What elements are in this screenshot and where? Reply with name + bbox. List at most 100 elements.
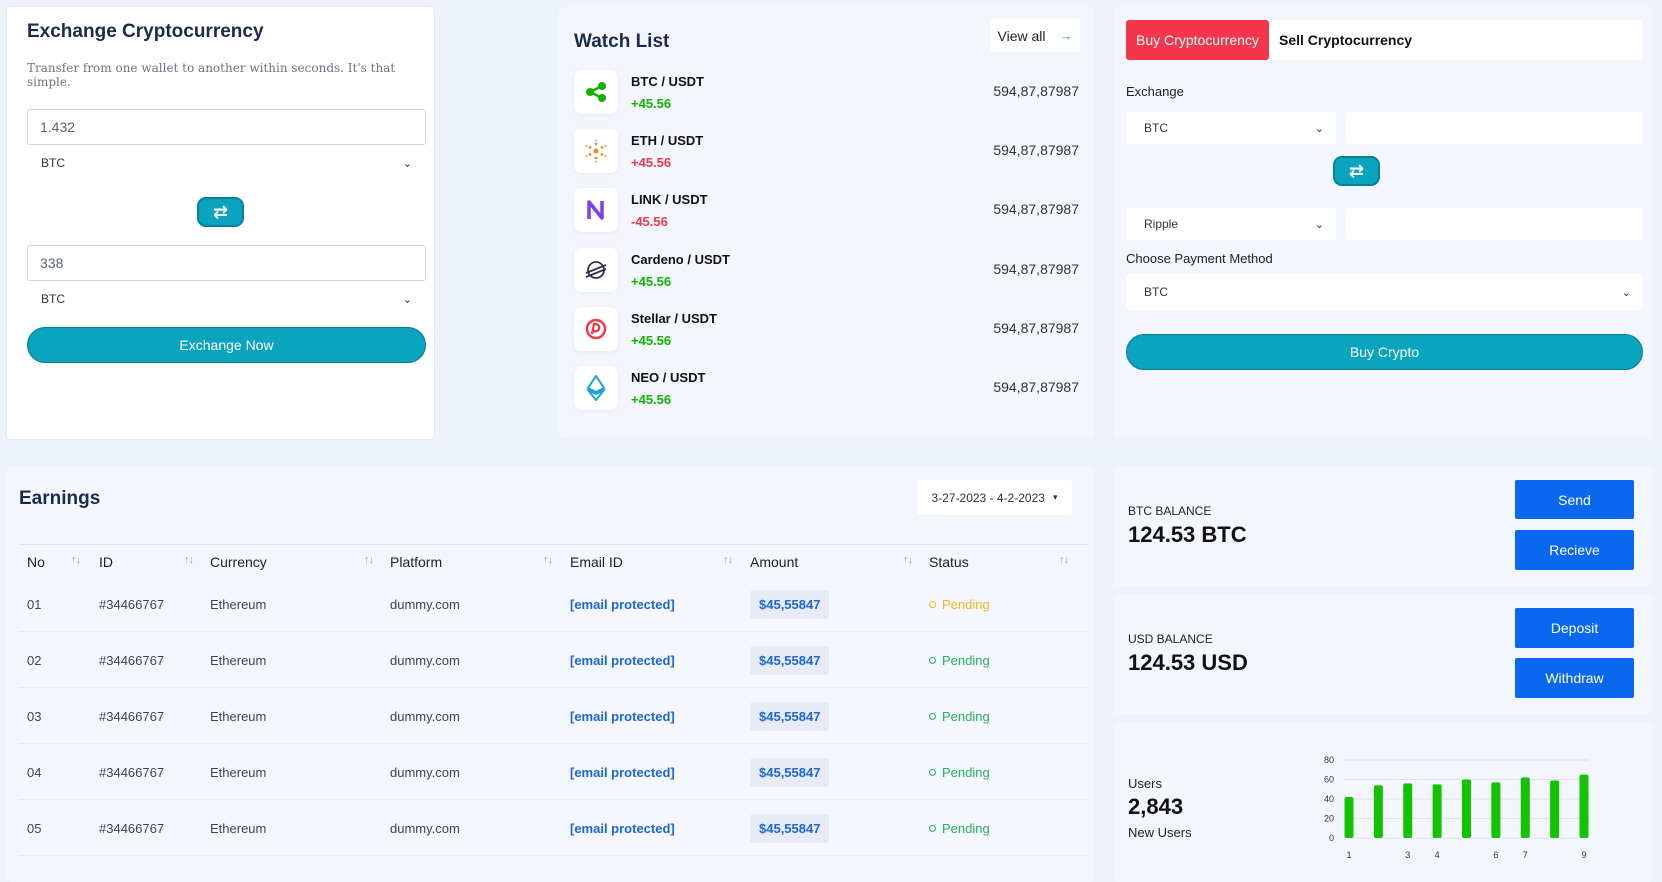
- bar: [1373, 785, 1383, 838]
- table-row[interactable]: 03 #34466767 Ethereum dummy.com [email prote…: [19, 690, 1089, 744]
- usd-balance-card: USD BALANCE 124.53 USD Deposit Withdraw: [1114, 594, 1652, 714]
- col-platform[interactable]: Platform: [390, 554, 442, 570]
- watch-list-item[interactable]: LINK / USDT -45.56 594,87,87987: [574, 185, 1079, 235]
- change-value: +45.56: [631, 155, 672, 170]
- col-status[interactable]: Status: [929, 554, 969, 570]
- chevron-down-icon: ⌄: [1314, 122, 1324, 135]
- cell-id: #34466767: [99, 765, 165, 780]
- payment-method-label: Choose Payment Method: [1126, 251, 1273, 266]
- from-amount-input[interactable]: [1346, 112, 1643, 144]
- btc-balance-label: BTC BALANCE: [1128, 504, 1212, 518]
- buy-crypto-button[interactable]: Buy Crypto: [1126, 334, 1643, 370]
- to-currency-select[interactable]: Ripple ⌄: [1126, 208, 1336, 240]
- stellar-icon: [574, 248, 618, 292]
- col-no[interactable]: No: [27, 554, 45, 570]
- table-row[interactable]: 04 #34466767 Ethereum dummy.com [email prote…: [19, 746, 1089, 800]
- x-tick-label: 7: [1523, 850, 1528, 860]
- to-currency-value: Ripple: [1144, 217, 1179, 231]
- cell-email[interactable]: [email protected]: [570, 709, 675, 724]
- exchange-now-button[interactable]: Exchange Now: [27, 327, 426, 363]
- to-amount-input[interactable]: [1346, 208, 1643, 240]
- cell-id: #34466767: [99, 597, 165, 612]
- table-row[interactable]: 01 #34466767 Ethereum dummy.com [email prote…: [19, 578, 1089, 632]
- table-row[interactable]: 05 #34466767 Ethereum dummy.com [email prote…: [19, 802, 1089, 856]
- watch-list-item[interactable]: ETH / USDT +45.56 594,87,87987: [574, 126, 1079, 176]
- chevron-down-icon: ⌄: [402, 293, 412, 306]
- cell-email[interactable]: [email protected]: [570, 653, 675, 668]
- cell-no: 01: [27, 597, 42, 612]
- currency-from-value: BTC: [41, 156, 65, 170]
- payment-method-value: BTC: [1144, 285, 1168, 299]
- sort-icon[interactable]: ↑↓: [723, 554, 733, 566]
- col-amount[interactable]: Amount: [750, 554, 798, 570]
- price-value: 594,87,87987: [993, 379, 1079, 395]
- date-range-picker[interactable]: 3-27-2023 - 4-2-2023 ▾: [917, 480, 1072, 515]
- bar: [1491, 782, 1501, 838]
- sort-icon[interactable]: ↑↓: [364, 554, 374, 566]
- col-id[interactable]: ID: [99, 554, 113, 570]
- bar: [1520, 777, 1530, 838]
- cell-email[interactable]: [email protected]: [570, 821, 675, 836]
- cell-platform: dummy.com: [390, 821, 460, 836]
- watch-list-item[interactable]: BTC / USDT +45.56 594,87,87987: [574, 67, 1079, 117]
- swap-button[interactable]: ⇄: [1333, 156, 1380, 186]
- status-dot-icon: [929, 825, 936, 832]
- amount-from-input[interactable]: 1.432: [27, 109, 426, 145]
- col-email[interactable]: Email ID: [570, 554, 623, 570]
- new-users-label: New Users: [1128, 825, 1192, 840]
- watch-list-item[interactable]: Cardeno / USDT +45.56 594,87,87987: [574, 245, 1079, 295]
- sort-icon[interactable]: ↑↓: [71, 554, 81, 566]
- amount-to-input[interactable]: 338: [27, 245, 426, 281]
- col-currency[interactable]: Currency: [210, 554, 267, 570]
- earnings-card: Earnings 3-27-2023 - 4-2-2023 ▾ No ↑↓ ID…: [7, 466, 1094, 882]
- swap-button[interactable]: ⇄: [197, 197, 244, 227]
- view-all-label: View all: [997, 27, 1046, 44]
- x-tick-label: 4: [1435, 850, 1440, 860]
- status-label: Pending: [942, 597, 990, 612]
- cell-no: 02: [27, 653, 42, 668]
- status-label: Pending: [942, 653, 990, 668]
- bar: [1344, 797, 1354, 838]
- pair-label: LINK / USDT: [631, 192, 708, 207]
- from-currency-value: BTC: [1144, 121, 1168, 135]
- sort-icon[interactable]: ↑↓: [184, 554, 194, 566]
- circle-logo-icon: [574, 307, 618, 351]
- users-bar-chart: 0 20 40 60 80 1 3 4 6 7 9: [1324, 755, 1589, 860]
- cell-amount: $45,55847: [750, 702, 830, 731]
- from-currency-select[interactable]: BTC ⌄: [1126, 112, 1336, 144]
- sort-icon[interactable]: ↑↓: [543, 554, 553, 566]
- x-tick-label: 1: [1346, 850, 1351, 860]
- bar: [1403, 783, 1413, 838]
- exchange-subtitle: Transfer from one wallet to another with…: [27, 61, 396, 89]
- status-badge: Pending: [929, 709, 990, 724]
- change-value: -45.56: [631, 214, 668, 229]
- tab-sell-cryptocurrency[interactable]: Sell Cryptocurrency: [1269, 20, 1422, 60]
- cell-email[interactable]: [email protected]: [570, 765, 675, 780]
- cell-email[interactable]: [email protected]: [570, 597, 675, 612]
- send-button[interactable]: Send: [1515, 480, 1634, 519]
- payment-method-select[interactable]: BTC ⌄: [1126, 274, 1643, 310]
- price-value: 594,87,87987: [993, 261, 1079, 277]
- currency-from-select[interactable]: BTC ⌄: [27, 145, 426, 181]
- tab-buy-cryptocurrency[interactable]: Buy Cryptocurrency: [1126, 20, 1269, 60]
- cell-id: #34466767: [99, 653, 165, 668]
- status-label: Pending: [942, 765, 990, 780]
- table-row[interactable]: 02 #34466767 Ethereum dummy.com [email prote…: [19, 634, 1089, 688]
- sort-icon[interactable]: ↑↓: [1059, 554, 1069, 566]
- sort-icon[interactable]: ↑↓: [903, 554, 913, 566]
- watch-list-item[interactable]: Stellar / USDT +45.56 594,87,87987: [574, 304, 1079, 354]
- y-tick-label: 80: [1324, 755, 1334, 765]
- x-tick-label: 6: [1493, 850, 1498, 860]
- users-label: Users: [1128, 776, 1162, 791]
- currency-to-select[interactable]: BTC ⌄: [27, 281, 426, 317]
- cell-amount: $45,55847: [750, 590, 830, 619]
- date-range-value: 3-27-2023 - 4-2-2023: [931, 490, 1045, 505]
- withdraw-button[interactable]: Withdraw: [1515, 658, 1634, 698]
- receive-button[interactable]: Recieve: [1515, 530, 1634, 570]
- watch-list-item[interactable]: NEO / USDT +45.56 594,87,87987: [574, 363, 1079, 413]
- status-label: Pending: [942, 709, 990, 724]
- deposit-button[interactable]: Deposit: [1515, 608, 1634, 648]
- buy-sell-tabs: Buy Cryptocurrency Sell Cryptocurrency: [1126, 20, 1643, 60]
- view-all-button[interactable]: View all →: [990, 19, 1080, 52]
- cell-no: 03: [27, 709, 42, 724]
